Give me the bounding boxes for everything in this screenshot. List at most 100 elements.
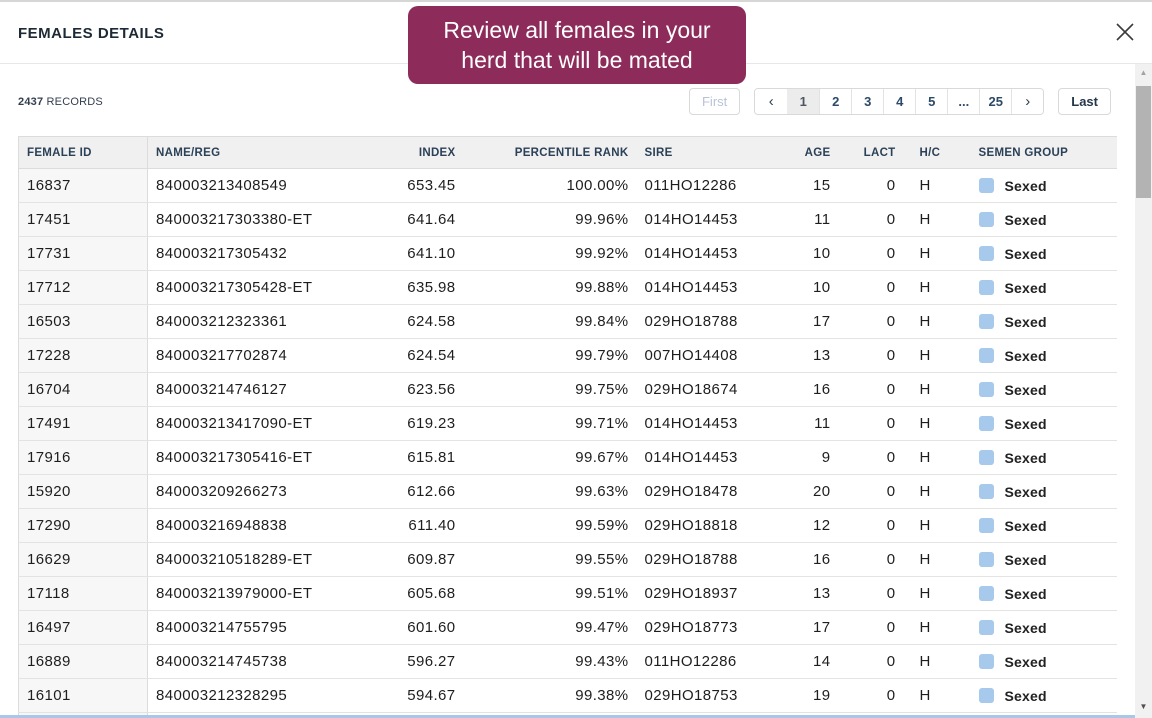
cell-index: 615.81 — [398, 441, 464, 475]
cell-hc: H — [904, 339, 961, 373]
cell-percentile-rank: 99.63% — [464, 475, 637, 509]
pagination-page-2[interactable]: 2 — [819, 89, 851, 114]
cell-lact: 0 — [839, 237, 904, 271]
cell-index: 619.23 — [398, 407, 464, 441]
pagination-page-25[interactable]: 25 — [979, 89, 1011, 114]
cell-sire: 029HO18788 — [637, 543, 797, 577]
cell-semen-group: Sexed — [961, 203, 1118, 237]
pagination-page-4[interactable]: 4 — [883, 89, 915, 114]
cell-index: 635.98 — [398, 271, 464, 305]
semen-color-swatch-icon — [979, 348, 994, 363]
semen-color-swatch-icon — [979, 518, 994, 533]
cell-name-reg: 840003214745738 — [148, 645, 398, 679]
pagination-page-group: ‹ 12345...25 › — [754, 88, 1044, 115]
semen-group-label: Sexed — [1005, 348, 1047, 364]
cell-name-reg: 840003213417090-ET — [148, 407, 398, 441]
table-header-row: FEMALE IDNAME/REGINDEXPERCENTILE RANKSIR… — [19, 137, 1118, 169]
table-row: 17451 840003217303380-ET 641.64 99.96% 0… — [19, 203, 1118, 237]
semen-color-swatch-icon — [979, 450, 994, 465]
semen-color-swatch-icon — [979, 586, 994, 601]
females-details-modal: FEMALES DETAILS Review all females in yo… — [0, 0, 1152, 718]
column-header-index: INDEX — [398, 137, 464, 169]
cell-index: 624.58 — [398, 305, 464, 339]
scrollbar-up-icon[interactable]: ▲ — [1135, 64, 1152, 81]
cell-age: 16 — [797, 373, 839, 407]
cell-index: 594.67 — [398, 679, 464, 713]
pagination-prev-icon[interactable]: ‹ — [755, 89, 787, 114]
cell-semen-group: Sexed — [961, 611, 1118, 645]
cell-female-id: 17118 — [19, 577, 148, 611]
cell-semen-group: Sexed — [961, 305, 1118, 339]
cell-age: 12 — [797, 509, 839, 543]
vertical-scrollbar[interactable]: ▲ ▼ — [1135, 64, 1152, 718]
semen-group-label: Sexed — [1005, 552, 1047, 568]
cell-sire: 011HO12286 — [637, 169, 797, 203]
table-row: 16704 840003214746127 623.56 99.75% 029H… — [19, 373, 1118, 407]
cell-sire: 011HO12286 — [637, 645, 797, 679]
pagination-page-...[interactable]: ... — [947, 89, 979, 114]
scrollbar-thumb[interactable] — [1136, 86, 1151, 198]
semen-color-swatch-icon — [979, 484, 994, 499]
cell-hc: H — [904, 611, 961, 645]
cell-sire: 029HO18773 — [637, 611, 797, 645]
cell-hc: H — [904, 441, 961, 475]
cell-percentile-rank: 99.92% — [464, 237, 637, 271]
semen-group-label: Sexed — [1005, 654, 1047, 670]
pagination-page-3[interactable]: 3 — [851, 89, 883, 114]
cell-index: 609.87 — [398, 543, 464, 577]
cell-age: 13 — [797, 339, 839, 373]
cell-percentile-rank: 99.88% — [464, 271, 637, 305]
cell-percentile-rank: 99.43% — [464, 645, 637, 679]
cell-age: 10 — [797, 237, 839, 271]
cell-female-id: 16503 — [19, 305, 148, 339]
records-count: 2437 RECORDS — [18, 96, 103, 108]
close-icon — [1114, 21, 1136, 46]
cell-age: 11 — [797, 203, 839, 237]
pagination-next-icon[interactable]: › — [1011, 89, 1043, 114]
cell-age: 17 — [797, 611, 839, 645]
semen-group-label: Sexed — [1005, 620, 1047, 636]
cell-index: 601.60 — [398, 611, 464, 645]
cell-semen-group: Sexed — [961, 407, 1118, 441]
cell-female-id: 17451 — [19, 203, 148, 237]
cell-age: 19 — [797, 679, 839, 713]
pagination-first-button[interactable]: First — [689, 88, 740, 115]
pagination-page-5[interactable]: 5 — [915, 89, 947, 114]
close-button[interactable] — [1110, 18, 1140, 48]
cell-name-reg: 840003217303380-ET — [148, 203, 398, 237]
cell-hc: H — [904, 509, 961, 543]
cell-index: 605.68 — [398, 577, 464, 611]
cell-sire: 029HO18674 — [637, 373, 797, 407]
cell-sire: 029HO18753 — [637, 679, 797, 713]
pagination-page-1[interactable]: 1 — [787, 89, 819, 114]
cell-name-reg: 840003217305416-ET — [148, 441, 398, 475]
cell-semen-group: Sexed — [961, 543, 1118, 577]
cell-semen-group: Sexed — [961, 339, 1118, 373]
column-header-name_reg: NAME/REG — [148, 137, 398, 169]
column-header-semen_group: SEMEN GROUP — [961, 137, 1118, 169]
table-row: 16629 840003210518289-ET 609.87 99.55% 0… — [19, 543, 1118, 577]
cell-percentile-rank: 99.75% — [464, 373, 637, 407]
cell-lact: 0 — [839, 509, 904, 543]
table-row: 17731 840003217305432 641.10 99.92% 014H… — [19, 237, 1118, 271]
cell-lact: 0 — [839, 679, 904, 713]
cell-hc: H — [904, 237, 961, 271]
table-row: 16503 840003212323361 624.58 99.84% 029H… — [19, 305, 1118, 339]
table-row: 16889 840003214745738 596.27 99.43% 011H… — [19, 645, 1118, 679]
pagination: First ‹ 12345...25 › Last — [689, 88, 1111, 115]
cell-name-reg: 840003217305428-ET — [148, 271, 398, 305]
cell-age: 13 — [797, 577, 839, 611]
cell-sire: 029HO18478 — [637, 475, 797, 509]
table-row: 15920 840003209266273 612.66 99.63% 029H… — [19, 475, 1118, 509]
cell-lact: 0 — [839, 611, 904, 645]
scrollbar-down-icon[interactable]: ▼ — [1135, 698, 1152, 715]
column-header-lact: LACT — [839, 137, 904, 169]
column-header-hc: H/C — [904, 137, 961, 169]
semen-color-swatch-icon — [979, 382, 994, 397]
cell-semen-group: Sexed — [961, 271, 1118, 305]
cell-percentile-rank: 99.79% — [464, 339, 637, 373]
cell-semen-group: Sexed — [961, 441, 1118, 475]
semen-group-label: Sexed — [1005, 450, 1047, 466]
pagination-last-button[interactable]: Last — [1058, 88, 1111, 115]
cell-lact: 0 — [839, 169, 904, 203]
